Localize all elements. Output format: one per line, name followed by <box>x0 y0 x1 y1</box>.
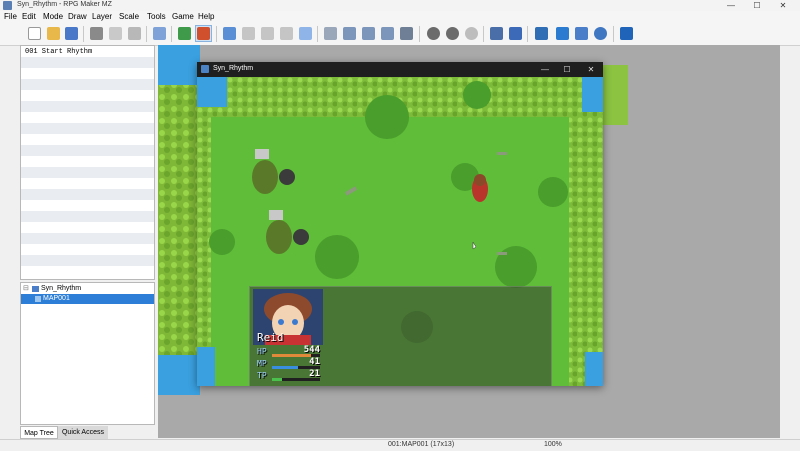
maximize-button[interactable]: ☐ <box>744 0 770 11</box>
collapse-icon[interactable]: ⊟ <box>23 284 29 294</box>
menu-tools[interactable]: Tools <box>147 12 166 21</box>
layer-auto-icon[interactable] <box>299 27 312 40</box>
fill-icon[interactable] <box>381 27 394 40</box>
game-screen[interactable]: Reid HP 544 MP 41 TP 21 <box>197 77 603 386</box>
tp-value: 21 <box>309 369 320 379</box>
tab-map-tree[interactable]: Map Tree <box>20 426 58 439</box>
tree-item-project[interactable]: ⊟ Syn_Rhythm <box>21 284 154 294</box>
actual-size-icon[interactable] <box>465 27 478 40</box>
list-item[interactable]: 001 Start Rhythm <box>25 48 92 56</box>
playtest-title-bar: Syn_Rhythm — ☐ ✕ <box>197 62 603 77</box>
app-icon <box>3 1 12 10</box>
menu-scale[interactable]: Scale <box>119 12 139 21</box>
hp-value: 544 <box>303 345 320 355</box>
menu-help[interactable]: Help <box>198 12 214 21</box>
window-title: Syn_Rhythm - RPG Maker MZ <box>17 1 112 8</box>
tp-label: TP <box>257 371 267 380</box>
status-window: Reid HP 544 MP 41 TP 21 <box>249 286 552 386</box>
event-searcher-icon[interactable] <box>556 27 569 40</box>
character-generator-icon[interactable] <box>594 27 607 40</box>
tree-label-project: Syn_Rhythm <box>41 285 82 292</box>
zoom-in-icon[interactable] <box>427 27 440 40</box>
plugin-manager-icon[interactable] <box>509 27 522 40</box>
layer-d-icon[interactable] <box>280 27 293 40</box>
panel-tabs: Map Tree Quick Access <box>20 426 155 439</box>
sound-test-icon[interactable] <box>535 27 548 40</box>
playtest-title: Syn_Rhythm <box>213 65 254 72</box>
mp-value: 41 <box>309 357 320 367</box>
menu-game[interactable]: Game <box>172 12 194 21</box>
new-project-icon[interactable] <box>28 27 41 40</box>
mp-fill <box>272 366 299 369</box>
zoom-out-icon[interactable] <box>446 27 459 40</box>
copy-icon[interactable] <box>109 27 122 40</box>
close-button[interactable]: ✕ <box>770 0 796 11</box>
menu-draw[interactable]: Draw <box>68 12 87 21</box>
menu-edit[interactable]: Edit <box>22 12 36 21</box>
playtest-close-button[interactable]: ✕ <box>581 64 601 75</box>
map-icon <box>35 296 41 302</box>
event-mode-icon[interactable] <box>197 27 210 40</box>
layer-b-icon[interactable] <box>242 27 255 40</box>
tp-fill <box>272 378 283 381</box>
tree-label-map001: MAP001 <box>43 295 70 302</box>
ellipse-icon[interactable] <box>362 27 375 40</box>
status-bar: 001:MAP001 (17x13) 100% <box>0 439 800 451</box>
event-list[interactable]: 001 Start Rhythm <box>20 45 155 280</box>
map-tree[interactable]: ⊟ Syn_Rhythm MAP001 <box>20 282 155 425</box>
paste-icon[interactable] <box>128 27 141 40</box>
hero-sprite <box>472 174 488 202</box>
map-info: 001:MAP001 (17x13) <box>388 441 455 448</box>
zoom-level: 100% <box>544 441 562 448</box>
tab-quick-access[interactable]: Quick Access <box>58 426 108 439</box>
project-icon <box>32 286 39 292</box>
layer-a-icon[interactable] <box>223 27 236 40</box>
save-project-icon[interactable] <box>65 27 78 40</box>
rectangle-icon[interactable] <box>343 27 356 40</box>
playtest-maximize-button[interactable]: ☐ <box>557 64 577 75</box>
minimize-button[interactable]: — <box>718 0 744 11</box>
tree-item-map001[interactable]: MAP001 <box>21 294 154 304</box>
playtest-icon[interactable] <box>620 27 633 40</box>
actor-name: Reid <box>257 331 284 344</box>
resource-manager-icon[interactable] <box>575 27 588 40</box>
mp-label: MP <box>257 359 267 368</box>
menu-bar: File Edit Mode Draw Layer Scale Tools Ga… <box>0 11 800 23</box>
menu-mode[interactable]: Mode <box>43 12 63 21</box>
pencil-icon[interactable] <box>324 27 337 40</box>
playtest-window[interactable]: Syn_Rhythm — ☐ ✕ Reid HP 544 MP 41 TP 21 <box>197 62 603 386</box>
menu-file[interactable]: File <box>4 12 17 21</box>
layer-c-icon[interactable] <box>261 27 274 40</box>
database-icon[interactable] <box>490 27 503 40</box>
open-project-icon[interactable] <box>47 27 60 40</box>
undo-icon[interactable] <box>153 27 166 40</box>
hp-label: HP <box>257 347 267 356</box>
map-mode-icon[interactable] <box>178 27 191 40</box>
shadow-pen-icon[interactable] <box>400 27 413 40</box>
title-bar: Syn_Rhythm - RPG Maker MZ — ☐ ✕ <box>0 0 800 11</box>
toolbar <box>0 23 800 46</box>
game-icon <box>201 65 209 73</box>
cut-icon[interactable] <box>90 27 103 40</box>
menu-layer[interactable]: Layer <box>92 12 112 21</box>
playtest-minimize-button[interactable]: — <box>535 64 555 75</box>
